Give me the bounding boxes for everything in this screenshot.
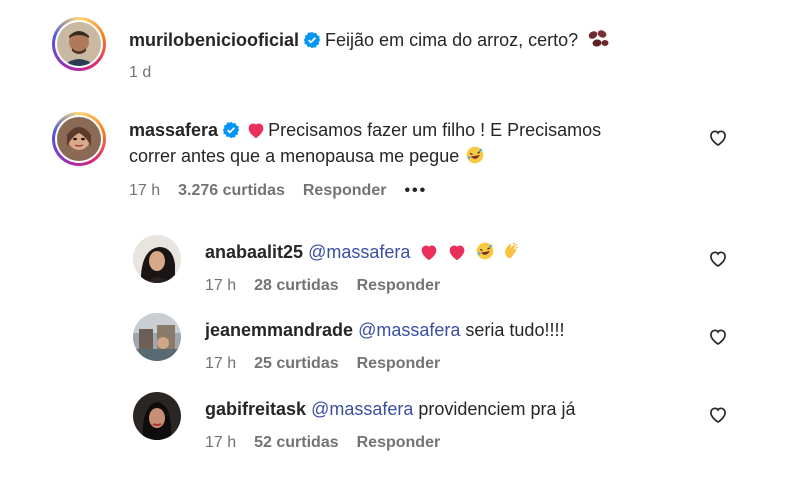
reply-username[interactable]: gabifreitask <box>205 399 306 419</box>
clapping-hands-emoji-icon <box>505 242 519 259</box>
reply-username[interactable]: anabaalit25 <box>205 242 303 262</box>
avatar-photo-icon <box>133 313 181 361</box>
post-author-username[interactable]: murilobeniciooficial <box>129 30 299 50</box>
avatar-photo-icon <box>57 117 101 161</box>
comment-likes-link[interactable]: 3.276 curtidas <box>178 182 285 199</box>
reply-meta: 17 h 25 curtidas Responder <box>205 354 458 374</box>
comment-time: 17 h <box>129 182 161 199</box>
reply-reply-button[interactable]: Responder <box>357 434 441 451</box>
post-meta: 1 d <box>129 63 169 83</box>
pink-heart-emoji-icon <box>422 245 437 261</box>
rolling-laughing-emoji-icon <box>477 242 494 260</box>
post-time: 1 d <box>129 64 152 81</box>
rolling-laughing-emoji-icon <box>466 146 484 164</box>
comment-body: massafera Precisamos fazer um filho ! E P… <box>129 117 649 169</box>
pink-heart-emoji-icon <box>450 245 465 261</box>
comment-reply-button[interactable]: Responder <box>303 182 387 199</box>
reply-time: 17 h <box>205 277 237 294</box>
comment-meta: 17 h 3.276 curtidas Responder ••• <box>129 181 445 201</box>
reply-time: 17 h <box>205 355 237 372</box>
heart-outline-icon[interactable] <box>708 327 728 347</box>
reply-avatar[interactable] <box>133 313 181 361</box>
more-options-icon[interactable]: ••• <box>404 182 427 199</box>
heart-outline-icon[interactable] <box>708 128 728 148</box>
reply-mention-link[interactable]: @massafera <box>311 399 413 419</box>
post-caption-text: Feijão em cima do arroz, certo? <box>325 30 579 50</box>
reply-line: gabifreitask @massafera providenciem pra… <box>205 396 575 422</box>
comment-username[interactable]: massafera <box>129 120 218 140</box>
reply-likes-link[interactable]: 28 curtidas <box>254 277 338 294</box>
reply-line: anabaalit25 @massafera <box>205 239 521 265</box>
post-caption-line: murilobeniciooficial Feijão em cima do ar… <box>129 27 609 53</box>
reply-meta: 17 h 52 curtidas Responder <box>205 433 458 453</box>
verified-badge-icon <box>303 31 321 49</box>
reply-mention-link[interactable]: @massafera <box>308 242 410 262</box>
reply-reply-button[interactable]: Responder <box>357 355 441 372</box>
avatar-photo-icon <box>133 235 181 283</box>
reply-likes-link[interactable]: 52 curtidas <box>254 434 338 451</box>
comment-avatar[interactable] <box>52 112 106 166</box>
pink-heart-emoji-icon <box>248 123 264 139</box>
post-author-avatar[interactable] <box>52 17 106 71</box>
heart-outline-icon[interactable] <box>708 249 728 269</box>
beans-emoji-icon <box>588 30 609 47</box>
reply-meta: 17 h 28 curtidas Responder <box>205 276 458 296</box>
reply-time: 17 h <box>205 434 237 451</box>
reply-avatar[interactable] <box>133 235 181 283</box>
reply-likes-link[interactable]: 25 curtidas <box>254 355 338 372</box>
reply-avatar[interactable] <box>133 392 181 440</box>
reply-text: providenciem pra já <box>418 399 576 419</box>
avatar-photo-icon <box>57 22 101 66</box>
heart-outline-icon[interactable] <box>708 405 728 425</box>
reply-mention-link[interactable]: @massafera <box>358 320 460 340</box>
reply-reply-button[interactable]: Responder <box>357 277 441 294</box>
reply-text: seria tudo!!!! <box>465 320 565 340</box>
verified-badge-icon <box>222 121 240 139</box>
avatar-photo-icon <box>133 392 181 440</box>
reply-line: jeanemmandrade @massafera seria tudo!!!! <box>205 317 564 343</box>
reply-username[interactable]: jeanemmandrade <box>205 320 353 340</box>
